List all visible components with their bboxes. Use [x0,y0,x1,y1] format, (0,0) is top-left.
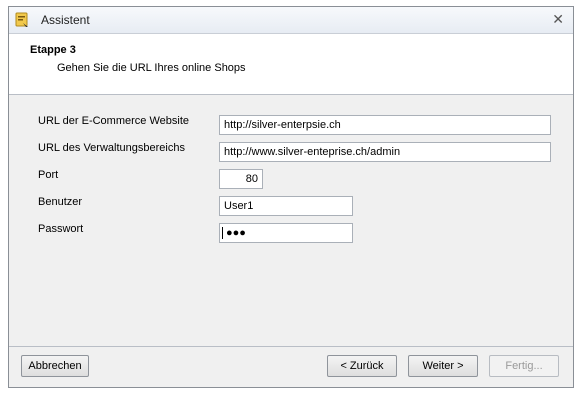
admin-url-label: URL des Verwaltungsbereichs [38,142,185,154]
step-subtitle: Gehen Sie die URL Ihres online Shops [57,62,246,74]
port-label: Port [38,169,59,181]
footer-divider [9,346,573,347]
password-label: Passwort [38,223,84,235]
finish-button[interactable]: Fertig... [489,355,559,377]
cancel-button[interactable]: Abbrechen [21,355,89,377]
port-input[interactable] [219,169,263,189]
password-field-wrap [219,223,353,243]
wizard-step-header: Etappe 3 Gehen Sie die URL Ihres online … [9,34,573,95]
window-title: Assistent [41,13,90,27]
back-button[interactable]: < Zurück [327,355,397,377]
wizard-window: Assistent ✕ Etappe 3 Gehen Sie die URL I… [8,6,574,388]
close-icon[interactable]: ✕ [552,11,564,28]
ecommerce-url-label: URL der E-Commerce Website [38,115,189,127]
step-title: Etappe 3 [30,44,76,56]
user-input[interactable] [219,196,353,216]
ecommerce-url-input[interactable] [219,115,551,135]
title-bar[interactable]: Assistent ✕ [9,7,573,34]
password-input[interactable] [219,223,353,243]
text-cursor [222,227,223,239]
wizard-app-icon [14,12,30,28]
user-label: Benutzer [38,196,83,208]
admin-url-input[interactable] [219,142,551,162]
next-button[interactable]: Weiter > [408,355,478,377]
